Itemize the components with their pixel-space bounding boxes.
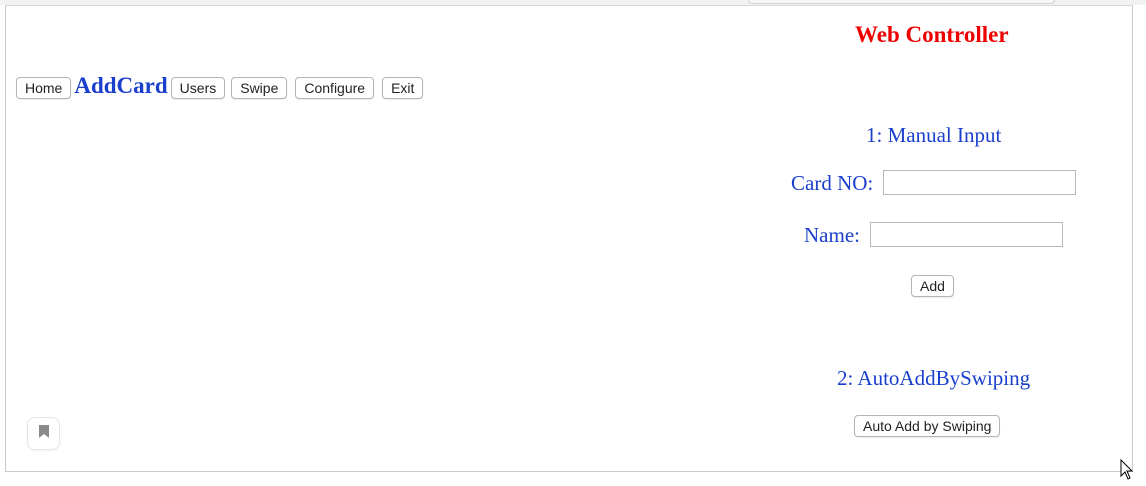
users-button[interactable]: Users: [170, 77, 226, 99]
home-button[interactable]: Home: [16, 77, 72, 99]
browser-tab-edge: [748, 0, 1055, 4]
add-button[interactable]: Add: [911, 275, 954, 297]
auto-add-swiping-button[interactable]: Auto Add by Swiping: [854, 415, 1001, 437]
manual-input-heading: 1: Manual Input: [866, 123, 1002, 147]
configure-button[interactable]: Configure: [295, 77, 375, 99]
nav-bar: Home AddCard Users Swipe Configure Exit: [16, 72, 424, 99]
auto-add-heading: 2: AutoAddBySwiping: [837, 366, 1031, 390]
mouse-pointer-icon: [1120, 458, 1134, 481]
current-page-label: AddCard: [74, 72, 168, 98]
page-title: Web Controller: [855, 22, 1009, 47]
card-no-label: Card NO:: [791, 171, 874, 195]
card-no-input[interactable]: [883, 170, 1076, 195]
bookmark-button[interactable]: [27, 417, 60, 450]
exit-button[interactable]: Exit: [382, 77, 424, 99]
bookmark-icon: [38, 424, 49, 443]
name-input[interactable]: [870, 222, 1063, 247]
name-label: Name:: [804, 223, 860, 247]
swipe-button[interactable]: Swipe: [231, 77, 288, 99]
